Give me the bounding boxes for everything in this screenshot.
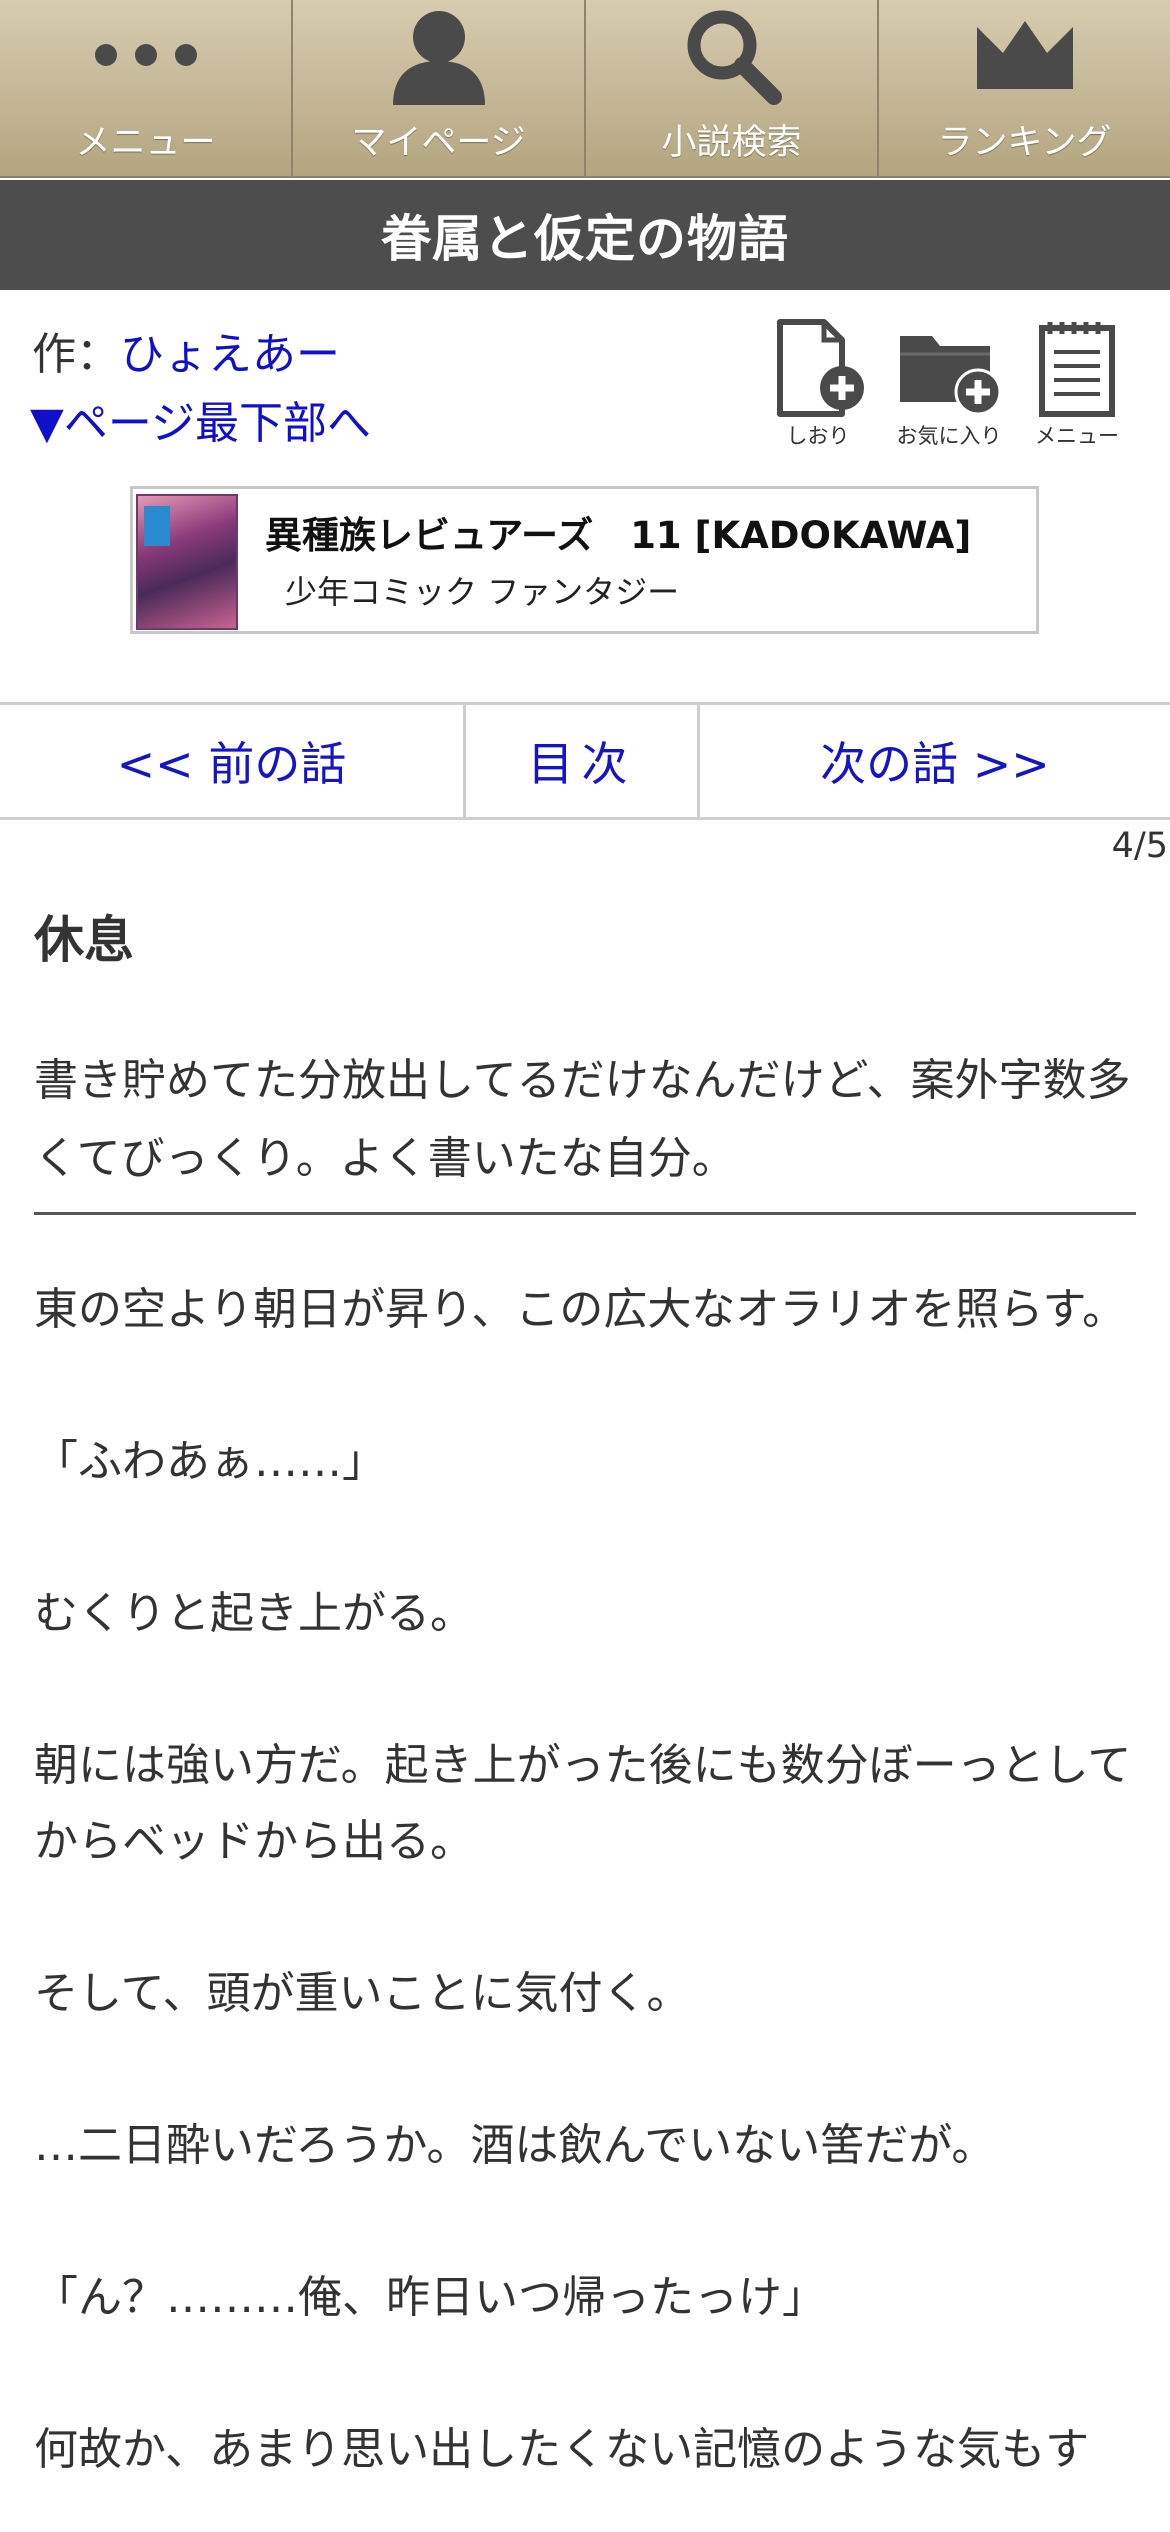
menu-tool-label: メニュー (1035, 424, 1119, 448)
body-paragraph (34, 1500, 1134, 1576)
body-paragraph: 東の空より朝日が昇り、この広大なオラリオを照らす。 (34, 1284, 1127, 1335)
body-paragraph: 「ん？………俺、昨日いつ帰ったっけ」 (34, 2272, 826, 2323)
body-paragraph (34, 1348, 1134, 1424)
jump-to-bottom-link[interactable]: ▼ページ最下部へ (30, 387, 371, 451)
favorite-label: お気に入り (896, 424, 1002, 448)
body-paragraph (34, 2032, 1134, 2108)
nav-mypage-button[interactable]: マイページ (293, 0, 586, 178)
crown-icon (975, 0, 1075, 110)
author-prefix: 作： (32, 329, 120, 380)
body-paragraph: そして、頭が重いことに気付く。 (34, 1968, 691, 2019)
nav-mypage-label: マイページ (351, 123, 526, 163)
nav-search-button[interactable]: 小説検索 (586, 0, 879, 178)
book-cover-image[interactable] (136, 494, 238, 630)
page-number: 4/5 (1111, 826, 1168, 866)
body-paragraph (34, 2336, 1134, 2412)
author-link[interactable]: ひょえあー (120, 329, 340, 380)
next-chapter-link[interactable]: 次の話 >> (700, 705, 1170, 817)
body-paragraph: …二日酔いだろうか。酒は飲んでいない筈だが。 (34, 2120, 996, 2171)
body-paragraph (34, 2184, 1134, 2260)
dots-icon (91, 0, 201, 110)
ad-banner[interactable]: 異種族レビュアーズ 11 [KADOKAWA] 少年コミック ファンタジー (130, 486, 1039, 634)
ad-genre: 少年コミック ファンタジー (285, 573, 680, 611)
search-icon (682, 0, 782, 110)
favorite-button[interactable]: お気に入り (894, 318, 1004, 450)
novel-title: 眷属と仮定の物語 (0, 180, 1170, 290)
nav-ranking-button[interactable]: ランキング (879, 0, 1170, 178)
chapter-body: 東の空より朝日が昇り、この広大なオラリオを照らす。 「ふわあぁ……」 むくりと起… (34, 1272, 1134, 2488)
notepad-icon (1039, 322, 1115, 417)
bookmark-button[interactable]: しおり (768, 318, 868, 450)
folder-add-icon (900, 336, 1002, 416)
body-paragraph: むくりと起き上がる。 (34, 1588, 474, 1639)
author-preface: 書き貯めてた分放出してるだけなんだけど、案外字数多くてびっくり。よく書いたな自分… (34, 1042, 1136, 1215)
bookmark-add-icon (777, 319, 864, 417)
bookmark-label: しおり (786, 424, 850, 448)
body-paragraph: 朝には強い方だ。起き上がった後にも数分ぼーっとしてからベッドから出る。 (34, 1740, 1132, 1867)
prev-chapter-link[interactable]: << 前の話 (0, 705, 466, 817)
body-paragraph (34, 1880, 1134, 1956)
nav-ranking-label: ランキング (937, 123, 1112, 163)
chapter-navigation: << 前の話 目次 次の話 >> (0, 702, 1170, 820)
body-paragraph: 何故か、あまり思い出したくない記憶のような気もす (34, 2424, 1090, 2475)
cover-tag (144, 506, 170, 546)
user-icon (389, 0, 489, 110)
nav-menu-button[interactable]: メニュー (0, 0, 293, 178)
nav-menu-label: メニュー (75, 123, 216, 163)
top-navigation: メニュー マイページ 小説検索 ランキング (0, 0, 1170, 178)
menu-tool-button[interactable]: メニュー (1032, 318, 1122, 450)
body-paragraph (34, 1652, 1134, 1728)
chapter-title: 休息 (34, 911, 134, 969)
ad-title[interactable]: 異種族レビュアーズ 11 [KADOKAWA] (265, 505, 971, 559)
nav-search-label: 小説検索 (661, 123, 802, 163)
table-of-contents-link[interactable]: 目次 (466, 705, 700, 817)
author-line: 作：ひょえあー (32, 318, 340, 382)
body-paragraph: 「ふわあぁ……」 (34, 1436, 386, 1487)
